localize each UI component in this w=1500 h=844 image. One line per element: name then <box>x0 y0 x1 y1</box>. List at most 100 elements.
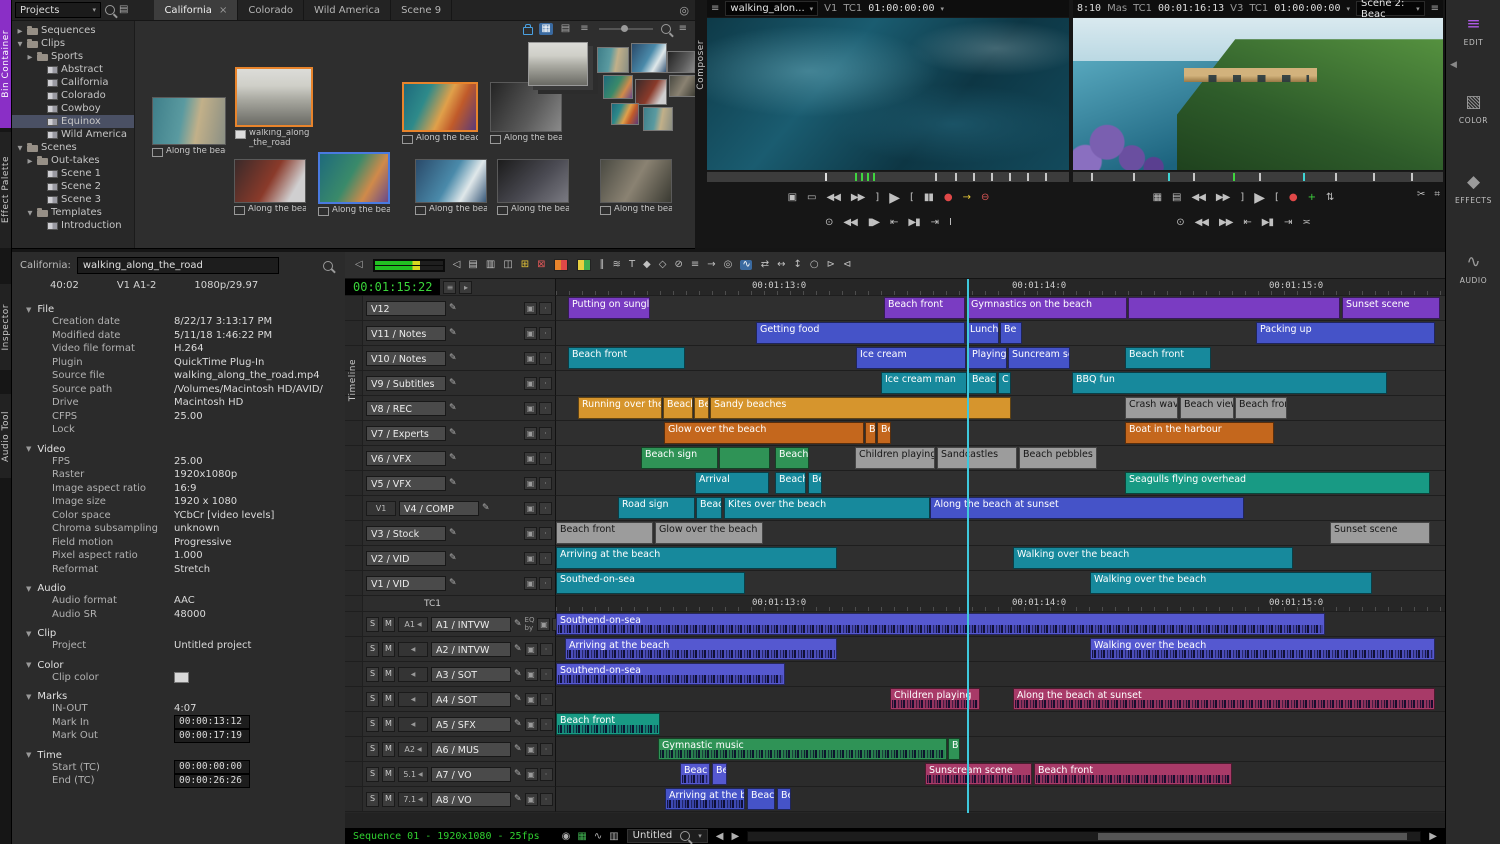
grid-toggle-icon[interactable]: ▦ <box>1153 193 1161 203</box>
monitor-icon[interactable]: ▣ <box>524 402 537 415</box>
timeline-clip-be[interactable]: Be <box>777 788 791 810</box>
timeline-clip-beach[interactable]: Beach <box>775 472 806 494</box>
track-name-button[interactable]: A6 / MUS <box>431 742 511 757</box>
section-header-clip[interactable]: ▼Clip <box>12 628 345 639</box>
timeline-clip-sunscream-scene[interactable]: Sunscream scene <box>925 763 1032 785</box>
timeline-clip-be[interactable]: Be <box>808 472 822 494</box>
timeline-clip-suncream-scene[interactable]: Suncream scene <box>1008 347 1070 369</box>
go-to-out-icon[interactable]: ] <box>1240 193 1243 203</box>
track-name-button[interactable]: V2 / VID <box>366 551 446 566</box>
slider-knob[interactable] <box>621 25 628 32</box>
workspace-color[interactable]: ▧COLOR <box>1446 92 1500 125</box>
track-lane-tc1[interactable]: 00:01:13:000:01:14:000:01:15:0 <box>556 596 1445 612</box>
timeline-clip-gymnastic-music[interactable]: Gymnastic music <box>658 738 947 760</box>
monitor-icon[interactable]: ▣ <box>525 768 538 781</box>
monitor-icon[interactable]: ▣ <box>524 352 537 365</box>
property-value[interactable]: 00:00:00:00 <box>174 760 250 774</box>
monitor-icon[interactable]: ▣ <box>524 327 537 340</box>
workspace-effects[interactable]: ◆EFFECTS <box>1446 172 1500 205</box>
quick-find-dropdown[interactable]: Untitled ▾ <box>627 829 708 843</box>
master-timecode-display[interactable]: 00:01:15:22 <box>345 279 440 295</box>
timeline-clip-sunset-scene[interactable]: Sunset scene <box>1342 297 1440 319</box>
timeline-clip-along-the-beach-at-sunset[interactable]: Along the beach at sunset <box>930 497 1244 519</box>
track-name-button[interactable]: A1 / INTVW <box>431 617 511 632</box>
tree-item-scene-3[interactable]: Scene 3 <box>12 193 134 206</box>
mini-thumbnail[interactable] <box>667 51 695 73</box>
track-lane-a1-intvw[interactable]: Southend-on-sea <box>556 612 1445 637</box>
track-name-button[interactable]: V7 / Experts <box>366 426 446 441</box>
tree-item-wild-america[interactable]: Wild America <box>12 128 134 141</box>
bin-clip-along-the-beach[interactable]: Along the beach <box>490 82 562 144</box>
lock-icon[interactable]: · <box>540 668 553 681</box>
bin-tab-colorado[interactable]: Colorado <box>238 0 304 20</box>
timeline-clip-arriving-at-the-beach[interactable]: Arriving at the beach <box>565 638 837 660</box>
pencil-icon[interactable]: ✎ <box>449 578 457 588</box>
timeline-ruler-lane[interactable]: 00:01:13:000:01:14:000:01:15:0 <box>556 279 1445 296</box>
monitor-icon[interactable]: ▣ <box>524 477 537 490</box>
tree-item-abstract[interactable]: Abstract <box>12 63 134 76</box>
video-monitor-icon[interactable]: ▦ <box>577 831 586 842</box>
timecode-overlay-icon[interactable]: ▭ <box>807 193 815 203</box>
timeline-clip-road-sign[interactable]: Road sign <box>618 497 695 519</box>
solo-button[interactable]: S <box>366 642 379 657</box>
timeline-clip-segment[interactable] <box>719 447 770 469</box>
splice-in-icon[interactable]: ⊞ <box>521 260 528 270</box>
pencil-icon[interactable]: ✎ <box>514 619 522 629</box>
section-header-video[interactable]: ▼Video <box>12 444 345 455</box>
close-icon[interactable]: × <box>219 5 227 16</box>
mini-thumbnail[interactable] <box>597 47 629 73</box>
timeline-clip-beac[interactable]: Beac <box>747 788 775 810</box>
clip-stack[interactable] <box>528 42 588 86</box>
projects-dropdown[interactable]: Projects ▾ <box>15 2 101 18</box>
timeline-clip-b[interactable]: B <box>865 422 876 444</box>
section-header-audio[interactable]: ▼Audio <box>12 583 345 594</box>
monitor-icon[interactable]: ▣ <box>525 718 538 731</box>
timeline-clip-sandcastles[interactable]: Sandcastles <box>937 447 1017 469</box>
rail-tab-inspector[interactable]: Inspector <box>0 284 11 370</box>
timeline-clip-beach[interactable]: Beach <box>775 447 809 469</box>
record-monitor-image[interactable] <box>1073 18 1443 170</box>
track-name-button[interactable]: V1 / VID <box>366 576 446 591</box>
play-icon[interactable]: ▶ <box>889 191 899 205</box>
lock-icon[interactable]: · <box>540 693 553 706</box>
mute-button[interactable]: M <box>382 792 395 807</box>
section-header-color[interactable]: ▼Color <box>12 660 345 671</box>
timeline-clip-playing[interactable]: Playing <box>968 347 1007 369</box>
link-toggle-icon[interactable]: ⇄ <box>761 260 768 270</box>
monitor-icon[interactable]: ▣ <box>524 452 537 465</box>
slide-icon[interactable]: ↔ <box>777 260 784 270</box>
solo-button[interactable]: S <box>366 667 379 682</box>
timeline-clip-beach[interactable]: Beach <box>663 397 693 419</box>
inspector-clip-name[interactable]: walking_along_the_road <box>77 257 279 274</box>
expand-arrow-icon[interactable]: ▶ <box>26 53 34 61</box>
timeline-clip-beach-front[interactable]: Beach front <box>568 347 685 369</box>
tree-item-introduction[interactable]: Introduction <box>12 219 134 232</box>
timeline-scrollbar[interactable] <box>747 831 1421 842</box>
track-lane-a4-sot[interactable]: Children playingAlong the beach at sunse… <box>556 687 1445 712</box>
timeline-clip-boat-in-the-harbour[interactable]: Boat in the harbour <box>1125 422 1274 444</box>
monitor-icon[interactable]: ▣ <box>524 577 537 590</box>
disable-icon[interactable]: ⊘ <box>674 260 681 270</box>
monitor-icon[interactable]: ▣ <box>524 377 537 390</box>
property-value[interactable]: 00:00:13:12 <box>174 715 250 729</box>
record-indicator-icon[interactable]: ◉ <box>562 831 571 842</box>
marker-edit-icon[interactable] <box>577 259 591 271</box>
forward-icon[interactable]: ▶▶ <box>1219 218 1232 228</box>
lock-icon[interactable]: · <box>540 718 553 731</box>
chevron-down-icon[interactable]: ▾ <box>940 5 944 13</box>
mini-thumbnail[interactable] <box>669 75 697 97</box>
timeline-clip-beach-front[interactable]: Beach front <box>1235 397 1287 419</box>
lock-icon[interactable]: · <box>539 452 552 465</box>
timeline-clip-southed-on-sea[interactable]: Southed-on-sea <box>556 572 745 594</box>
track-lane-v2-vid[interactable]: Arriving at the beachWalking over the be… <box>556 546 1445 571</box>
scroll-right-icon[interactable]: ▶ <box>731 831 739 842</box>
scene-dropdown[interactable]: Scene 2: Beac▾ <box>1356 1 1425 16</box>
track-lane-v7-experts[interactable]: Glow over the beachBBeBoat in the harbou… <box>556 421 1445 446</box>
track-name-button[interactable]: V3 / Stock <box>366 526 446 541</box>
go-to-start-icon[interactable]: ⇤ <box>1243 218 1250 228</box>
track-name-button[interactable]: V10 / Notes <box>366 351 446 366</box>
rail-tab-bin-container[interactable]: Bin Container <box>0 0 11 128</box>
speaker-icon[interactable]: ◁ <box>453 260 460 270</box>
source-timecode[interactable]: 01:00:00:00 <box>868 3 934 14</box>
bin-clip-along-the-beach[interactable]: Along the beach <box>234 159 306 215</box>
